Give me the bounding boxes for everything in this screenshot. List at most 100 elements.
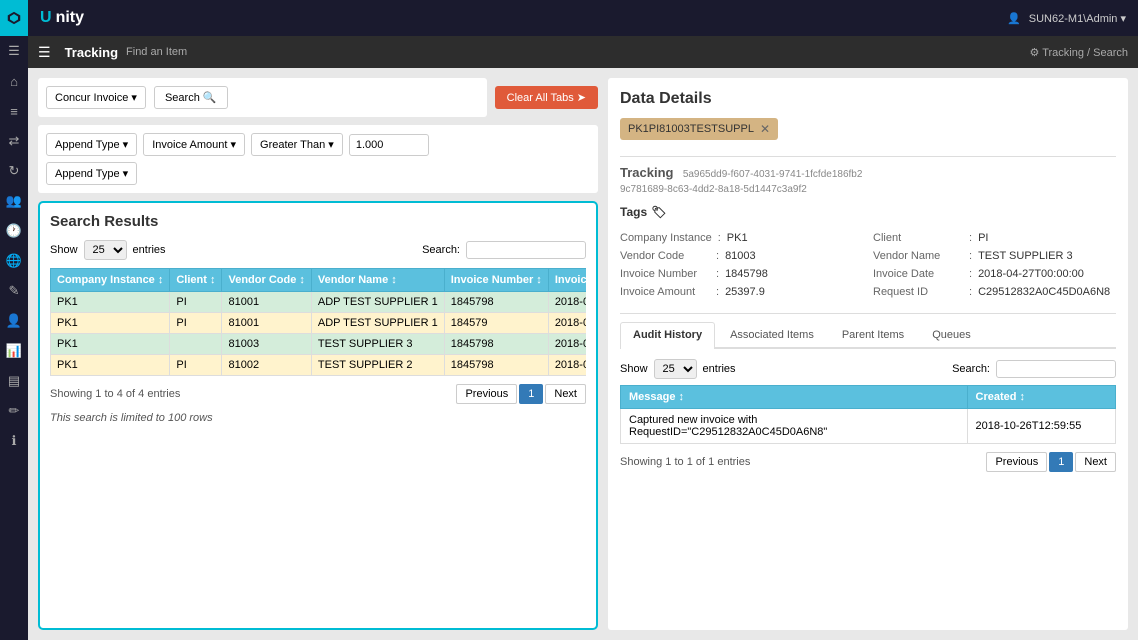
invoice-amount-dropdown[interactable]: Invoice Amount ▾ bbox=[143, 133, 245, 156]
table-cell: 81002 bbox=[222, 355, 311, 376]
next-button[interactable]: Next bbox=[545, 384, 586, 404]
table-row[interactable]: PK1PI81001ADP TEST SUPPLIER 11845792018-… bbox=[51, 313, 587, 334]
sidebar-icon-list[interactable]: ≡ bbox=[0, 97, 28, 125]
main-wrap: Unity 👤 SUN62-M1\Admin ▾ ☰ Tracking Find… bbox=[28, 0, 1138, 640]
col-client: Client ↕ bbox=[170, 269, 222, 292]
table-row[interactable]: PK1PI81002TEST SUPPLIER 218457982018-04-… bbox=[51, 355, 587, 376]
audit-page-1-button[interactable]: 1 bbox=[1049, 452, 1073, 472]
tracking-label: Tracking bbox=[620, 165, 673, 180]
topbar-user[interactable]: SUN62-M1\Admin ▾ bbox=[1029, 12, 1126, 25]
tags-label: Tags 🏷 bbox=[620, 205, 1116, 219]
table-cell: PK1 bbox=[51, 355, 170, 376]
table-cell: 1845798 bbox=[444, 292, 548, 313]
details-grid: Company Instance : PK1 Vendor Code : 810… bbox=[620, 229, 1116, 301]
table-cell: TEST SUPPLIER 2 bbox=[311, 355, 444, 376]
sidebar-icon-home[interactable]: ⌂ bbox=[0, 67, 28, 95]
tab-queues[interactable]: Queues bbox=[919, 322, 984, 347]
amount-input[interactable]: 1.000 bbox=[349, 134, 429, 156]
audit-show-entries: Show 25 10 50 entries bbox=[620, 359, 736, 379]
pagination-buttons: Previous 1 Next bbox=[456, 384, 586, 404]
content-area: Concur Invoice ▾ Search 🔍 Clear All Tabs… bbox=[28, 68, 1138, 640]
topbar-logo: Unity bbox=[40, 9, 84, 27]
table-cell: TEST SUPPLIER 3 bbox=[311, 334, 444, 355]
audit-table-row: Captured new invoice with RequestID="C29… bbox=[621, 409, 1116, 444]
search-limit-note: This search is limited to 100 rows bbox=[50, 412, 586, 424]
search-filter-input[interactable] bbox=[466, 241, 586, 259]
topbar-left: Unity bbox=[40, 9, 84, 27]
col-vendor-name: Vendor Name ↕ bbox=[311, 269, 444, 292]
sidebar-icon-menu[interactable]: ☰ bbox=[0, 37, 28, 65]
audit-table: Message ↕ Created ↕ Captured new invoice… bbox=[620, 385, 1116, 444]
sidebar-icon-pencil[interactable]: ✏ bbox=[0, 397, 28, 425]
prev-button[interactable]: Previous bbox=[456, 384, 517, 404]
table-row[interactable]: PK1PI81001ADP TEST SUPPLIER 118457982018… bbox=[51, 292, 587, 313]
greater-than-dropdown[interactable]: Greater Than ▾ bbox=[251, 133, 343, 156]
audit-entries-label: entries bbox=[703, 363, 736, 375]
sidebar-icon-refresh[interactable]: ↻ bbox=[0, 157, 28, 185]
settings-icon: ⚙ bbox=[1029, 47, 1039, 59]
tab-associated-items[interactable]: Associated Items bbox=[717, 322, 827, 347]
filter-section: Append Type ▾ Invoice Amount ▾ Greater T… bbox=[38, 125, 598, 193]
append-type-2-dropdown[interactable]: Append Type ▾ bbox=[46, 162, 137, 185]
table-cell: PK1 bbox=[51, 334, 170, 355]
detail-right-col: Client : PI Vendor Name : TEST SUPPLIER … bbox=[873, 229, 1116, 301]
breadcrumb-text: Tracking / Search bbox=[1042, 47, 1128, 59]
clear-all-tabs-button[interactable]: Clear All Tabs ➤ bbox=[495, 86, 598, 109]
audit-pagination-info: Showing 1 to 1 of 1 entries bbox=[620, 456, 750, 468]
sidebar-icon-transfer[interactable]: ⇄ bbox=[0, 127, 28, 155]
entries-select[interactable]: 25 10 50 bbox=[84, 240, 127, 260]
audit-col-created: Created ↕ bbox=[967, 386, 1116, 409]
audit-next-button[interactable]: Next bbox=[1075, 452, 1116, 472]
tag-close-button[interactable]: ✕ bbox=[760, 122, 770, 136]
table-cell: PI bbox=[170, 355, 222, 376]
topbar: Unity 👤 SUN62-M1\Admin ▾ bbox=[28, 0, 1138, 36]
audit-search-label: Search: bbox=[952, 363, 990, 375]
results-controls: Show 25 10 50 entries Search: bbox=[50, 240, 586, 260]
table-cell: PK1 bbox=[51, 292, 170, 313]
results-pagination: Showing 1 to 4 of 4 entries Previous 1 N… bbox=[50, 384, 586, 404]
table-cell: PI bbox=[170, 313, 222, 334]
results-section: Search Results Show 25 10 50 entries Sea… bbox=[38, 201, 598, 630]
sidebar-icon-user[interactable]: 👤 bbox=[0, 307, 28, 335]
sidebar-icon-clock[interactable]: 🕐 bbox=[0, 217, 28, 245]
navbar-menu-icon[interactable]: ☰ bbox=[38, 44, 51, 61]
table-cell: PK1 bbox=[51, 313, 170, 334]
table-cell: 2018-04-27T00:00:00 bbox=[548, 292, 586, 313]
search-filter-label: Search: bbox=[422, 244, 460, 256]
logo-rest: nity bbox=[56, 9, 84, 27]
tab-parent-items[interactable]: Parent Items bbox=[829, 322, 917, 347]
audit-controls: Show 25 10 50 entries Search: bbox=[620, 359, 1116, 379]
table-cell: ADP TEST SUPPLIER 1 bbox=[311, 313, 444, 334]
show-label: Show bbox=[50, 244, 78, 256]
results-title: Search Results bbox=[50, 213, 586, 230]
sidebar-icon-bars[interactable]: ▤ bbox=[0, 367, 28, 395]
sidebar-icon-info[interactable]: ℹ bbox=[0, 427, 28, 455]
filter-row-1: Append Type ▾ Invoice Amount ▾ Greater T… bbox=[46, 133, 590, 156]
logo-u: U bbox=[40, 9, 52, 27]
table-cell: 81001 bbox=[222, 292, 311, 313]
audit-prev-button[interactable]: Previous bbox=[986, 452, 1047, 472]
filter-row-2: Append Type ▾ bbox=[46, 162, 590, 185]
audit-pagination: Showing 1 to 1 of 1 entries Previous 1 N… bbox=[620, 452, 1116, 472]
page-1-button[interactable]: 1 bbox=[519, 384, 543, 404]
audit-search-filter: Search: bbox=[952, 360, 1116, 378]
search-button[interactable]: Search 🔍 bbox=[154, 86, 228, 109]
sidebar-icon-users[interactable]: 👥 bbox=[0, 187, 28, 215]
table-row[interactable]: PK181003TEST SUPPLIER 318457982018-04-27… bbox=[51, 334, 587, 355]
search-filter: Search: bbox=[422, 241, 586, 259]
table-cell: 1845798 bbox=[444, 334, 548, 355]
append-type-1-dropdown[interactable]: Append Type ▾ bbox=[46, 133, 137, 156]
table-cell: 1845798 bbox=[444, 355, 548, 376]
sidebar-icon-edit[interactable]: ✎ bbox=[0, 277, 28, 305]
table-cell: 184579 bbox=[444, 313, 548, 334]
table-cell: 81003 bbox=[222, 334, 311, 355]
audit-entries-select[interactable]: 25 10 50 bbox=[654, 359, 697, 379]
results-table: Company Instance ↕ Client ↕ Vendor Code … bbox=[50, 268, 586, 376]
audit-search-input[interactable] bbox=[996, 360, 1116, 378]
sidebar-icon-globe[interactable]: 🌐 bbox=[0, 247, 28, 275]
table-cell bbox=[170, 334, 222, 355]
concur-invoice-dropdown[interactable]: Concur Invoice ▾ bbox=[46, 86, 146, 109]
table-cell: 81001 bbox=[222, 313, 311, 334]
tab-audit-history[interactable]: Audit History bbox=[620, 322, 715, 349]
sidebar-icon-chart[interactable]: 📊 bbox=[0, 337, 28, 365]
